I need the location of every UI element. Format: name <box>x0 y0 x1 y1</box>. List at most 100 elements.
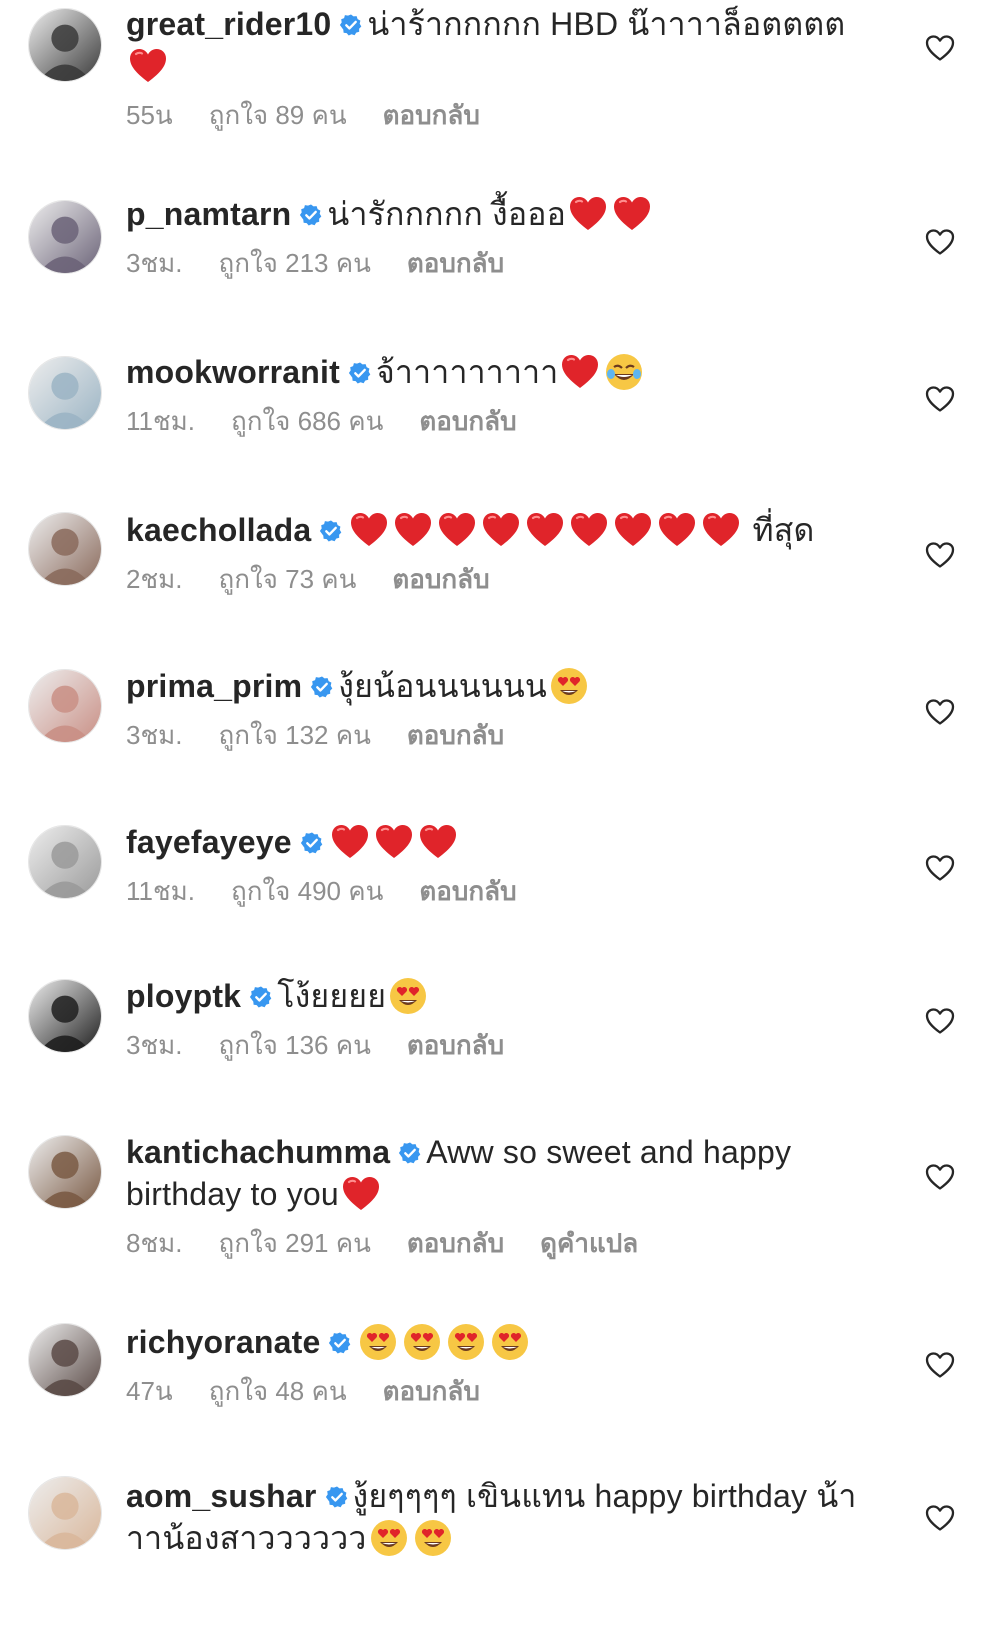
like-count[interactable]: ถูกใจ 686 คน <box>231 401 383 442</box>
avatar[interactable] <box>28 669 102 743</box>
reply-button[interactable]: ตอบกลับ <box>419 871 516 912</box>
like-heart-icon[interactable] <box>925 541 955 569</box>
avatar[interactable] <box>28 356 102 430</box>
comment-message: จ้าาาาาาาาา <box>375 354 559 390</box>
comment-meta: 11ชม. ถูกใจ 686 คน ตอบกลับ <box>126 401 861 442</box>
reply-button[interactable]: ตอบกลับ <box>407 243 504 284</box>
comment-text: p_namtarn น่ารักกกกก งื้อออ <box>126 193 861 235</box>
like-count[interactable]: ถูกใจ 213 คน <box>218 243 370 284</box>
username-link[interactable]: great_rider10 <box>126 6 331 42</box>
comment-message: งุ้ยน้อนนนนนน <box>338 668 547 704</box>
red-heart-emoji-icon <box>702 512 740 548</box>
reply-button[interactable]: ตอบกลับ <box>392 559 489 600</box>
comment-body: p_namtarn น่ารักกกกก งื้อออ 3ชม. ถูกใจ 213 … <box>126 193 861 284</box>
heart-eyes-face-emoji-icon <box>447 1323 485 1361</box>
heart-eyes-face-emoji-icon <box>550 667 588 705</box>
like-heart-icon[interactable] <box>925 228 955 256</box>
red-heart-emoji-icon <box>614 512 652 548</box>
see-translation-button[interactable]: ดูคำแปล <box>540 1223 638 1264</box>
comment-timestamp: 47น <box>126 1376 173 1406</box>
like-count[interactable]: ถูกใจ 132 คน <box>218 715 370 756</box>
heart-eyes-face-emoji-icon <box>370 1519 408 1557</box>
comment-timestamp: 55น <box>126 100 173 130</box>
reply-button[interactable]: ตอบกลับ <box>419 401 516 442</box>
like-heart-icon[interactable] <box>925 1163 955 1191</box>
comment-text: fayefayeye <box>126 821 861 863</box>
like-count[interactable]: ถูกใจ 73 คน <box>218 559 356 600</box>
avatar[interactable] <box>28 8 102 82</box>
avatar[interactable] <box>28 1323 102 1397</box>
comment-message: น่ารักกกกก งื้อออ <box>327 196 567 232</box>
like-heart-icon[interactable] <box>925 698 955 726</box>
reply-button[interactable]: ตอบกลับ <box>383 1371 480 1412</box>
comment-text: richyoranate <box>126 1321 861 1363</box>
reply-button[interactable]: ตอบกลับ <box>407 715 504 756</box>
avatar[interactable] <box>28 1135 102 1209</box>
like-heart-icon[interactable] <box>925 1007 955 1035</box>
heart-eyes-face-emoji-icon <box>403 1323 441 1361</box>
username-link[interactable]: fayefayeye <box>126 824 292 860</box>
comment-message: น่าร้ากกกกก HBD น๊าาาาล็อตตตต <box>367 6 846 42</box>
comment-meta: 3ชม. ถูกใจ 213 คน ตอบกลับ <box>126 243 861 284</box>
comment-text: prima_prim งุ้ยน้อนนนนนน <box>126 665 861 707</box>
avatar[interactable] <box>28 1476 102 1550</box>
username-link[interactable]: prima_prim <box>126 668 302 704</box>
comment-meta: 3ชม. ถูกใจ 132 คน ตอบกลับ <box>126 715 861 756</box>
username-link[interactable]: mookworranit <box>126 354 340 390</box>
red-heart-emoji-icon <box>350 512 388 548</box>
comment-timestamp: 3ชม. <box>126 720 183 750</box>
like-count[interactable]: ถูกใจ 490 คน <box>231 871 383 912</box>
comment-body: fayefayeye 11ชม. ถูกใจ 490 คน ตอบกลับ <box>126 821 861 912</box>
comment-body: aom_sushar งู้ยๆๆๆๆ เขินแทน happy birthda… <box>126 1475 861 1559</box>
reply-button[interactable]: ตอบกลับ <box>407 1025 504 1066</box>
comment-meta: 3ชม. ถูกใจ 136 คน ตอบกลับ <box>126 1025 861 1066</box>
verified-badge-icon <box>325 1485 349 1509</box>
like-count[interactable]: ถูกใจ 136 คน <box>218 1025 370 1066</box>
username-link[interactable]: ployptk <box>126 978 241 1014</box>
comment-text: kantichachumma Aww so sweet and happy bir… <box>126 1131 861 1215</box>
red-heart-emoji-icon <box>342 1176 380 1212</box>
like-count[interactable]: ถูกใจ 291 คน <box>218 1223 370 1264</box>
comment-meta: 8ชม. ถูกใจ 291 คน ตอบกลับ ดูคำแปล <box>126 1223 861 1264</box>
comment-text: great_rider10 น่าร้ากกกกก HBD น๊าาาาล็อตต… <box>126 3 861 87</box>
comment-list: great_rider10 น่าร้ากกกกก HBD น๊าาาาล็อตต… <box>0 0 1008 1626</box>
verified-badge-icon <box>249 985 273 1009</box>
avatar[interactable] <box>28 979 102 1053</box>
username-link[interactable]: kantichachumma <box>126 1134 390 1170</box>
comment-body: kantichachumma Aww so sweet and happy bir… <box>126 1131 861 1264</box>
like-heart-icon[interactable] <box>925 385 955 413</box>
avatar[interactable] <box>28 200 102 274</box>
like-heart-icon[interactable] <box>925 34 955 62</box>
red-heart-emoji-icon <box>331 824 369 860</box>
red-heart-emoji-icon <box>129 48 167 84</box>
comment-body: ployptk โง้ยยยย 3ชม. ถูกใจ 136 คน ตอบกลับ <box>126 975 861 1066</box>
comment-timestamp: 3ชม. <box>126 248 183 278</box>
username-link[interactable]: kaechollada <box>126 512 311 548</box>
heart-eyes-face-emoji-icon <box>414 1519 452 1557</box>
like-heart-icon[interactable] <box>925 1504 955 1532</box>
heart-eyes-face-emoji-icon <box>359 1323 397 1361</box>
username-link[interactable]: aom_sushar <box>126 1478 317 1514</box>
red-heart-emoji-icon <box>561 354 599 390</box>
red-heart-emoji-icon <box>613 196 651 232</box>
comment-text: mookworranit จ้าาาาาาาาา <box>126 351 861 393</box>
comment-text: kaechollada ที่สุด <box>126 509 861 551</box>
verified-badge-icon <box>310 675 334 699</box>
red-heart-emoji-icon <box>438 512 476 548</box>
comment-body: prima_prim งุ้ยน้อนนนนนน 3ชม. ถูกใจ 132 คน ต… <box>126 665 861 756</box>
comment-timestamp: 11ชม. <box>126 876 195 906</box>
username-link[interactable]: p_namtarn <box>126 196 291 232</box>
like-count[interactable]: ถูกใจ 48 คน <box>209 1371 347 1412</box>
like-heart-icon[interactable] <box>925 1351 955 1379</box>
comment-meta: 47น ถูกใจ 48 คน ตอบกลับ <box>126 1371 861 1412</box>
reply-button[interactable]: ตอบกลับ <box>383 95 480 136</box>
red-heart-emoji-icon <box>570 512 608 548</box>
avatar[interactable] <box>28 512 102 586</box>
reply-button[interactable]: ตอบกลับ <box>407 1223 504 1264</box>
username-link[interactable]: richyoranate <box>126 1324 320 1360</box>
avatar[interactable] <box>28 825 102 899</box>
verified-badge-icon <box>339 13 363 37</box>
like-heart-icon[interactable] <box>925 854 955 882</box>
comment-message-suffix: ที่สุด <box>743 512 815 548</box>
like-count[interactable]: ถูกใจ 89 คน <box>209 95 347 136</box>
